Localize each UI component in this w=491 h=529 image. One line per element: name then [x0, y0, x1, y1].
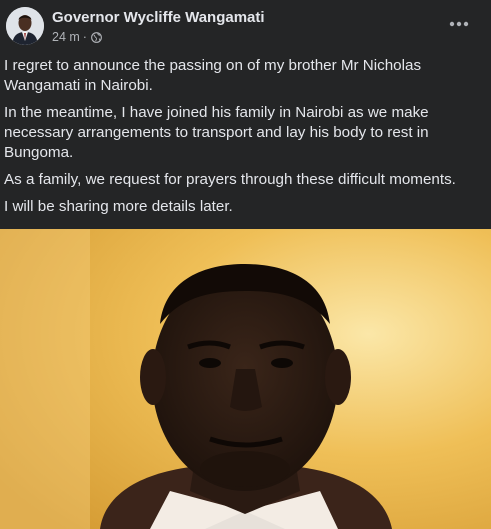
post-photo[interactable] [0, 229, 491, 529]
more-options-icon [449, 21, 469, 27]
post-paragraph: I will be sharing more details later. [4, 198, 233, 215]
post-meta: 24 m · [52, 30, 102, 44]
post-paragraph: As a family, we request for prayers thro… [4, 171, 456, 188]
meta-separator: · [82, 30, 87, 44]
more-options-button[interactable] [445, 10, 473, 38]
portrait-photo [0, 229, 491, 529]
author-avatar[interactable] [6, 7, 44, 45]
author-name[interactable]: Governor Wycliffe Wangamati [52, 9, 265, 26]
post-paragraph: In the meantime, I have joined his famil… [4, 104, 429, 161]
avatar-image [6, 7, 44, 45]
post-header: Governor Wycliffe Wangamati 24 m · [0, 0, 491, 52]
post-paragraph: I regret to announce the passing on of m… [4, 57, 422, 94]
post-timestamp[interactable]: 24 m [52, 30, 80, 44]
post-text: I regret to announce the passing on of m… [4, 56, 486, 224]
globe-icon [91, 31, 102, 43]
facebook-post: Governor Wycliffe Wangamati 24 m · I reg… [0, 0, 491, 529]
